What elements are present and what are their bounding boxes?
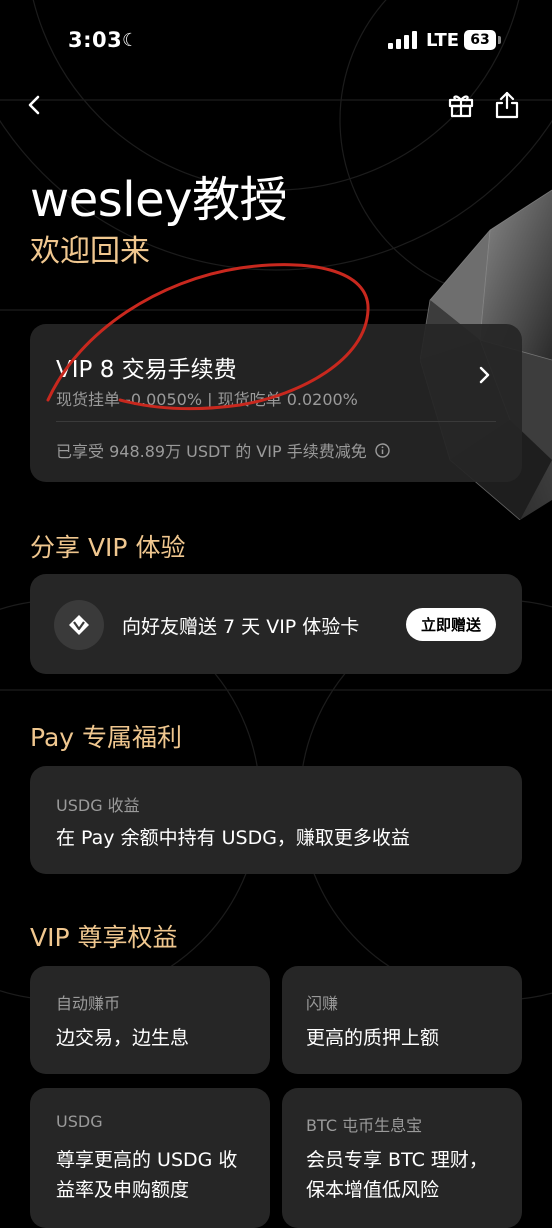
benefit-text: 更高的质押上额 bbox=[306, 1027, 440, 1049]
vip-fee-rates: 现货挂单 -0.0050% | 现货吃单 0.0200% bbox=[56, 390, 358, 409]
benefit-card-btc[interactable]: BTC 屯币生息宝 会员专享 BTC 理财，保本增值低风险 bbox=[282, 1088, 522, 1228]
chevron-right-icon bbox=[479, 366, 490, 384]
vip-fee-title: VIP 8 交易手续费 bbox=[56, 357, 237, 383]
vip-badge-icon bbox=[54, 600, 104, 650]
gift-icon bbox=[448, 95, 474, 118]
vip-benefits-section-title: VIP 尊享权益 bbox=[30, 923, 178, 952]
welcome-text: 欢迎回来 bbox=[30, 234, 150, 269]
gift-now-button[interactable]: 立即赠送 bbox=[406, 608, 496, 641]
share-vip-text: 向好友赠送 7 天 VIP 体验卡 bbox=[122, 616, 360, 638]
fee-waiver-text: 已享受 948.89万 USDT 的 VIP 手续费减免 bbox=[56, 442, 367, 461]
benefit-text: 边交易，边生息 bbox=[56, 1027, 190, 1049]
pay-benefit-label: USDG 收益 bbox=[56, 796, 140, 815]
battery-icon: 63 bbox=[464, 30, 502, 50]
chevron-left-icon bbox=[28, 95, 40, 115]
benefit-label: BTC 屯币生息宝 bbox=[306, 1116, 423, 1135]
network-type: LTE bbox=[426, 30, 460, 51]
share-icon bbox=[495, 91, 519, 119]
back-button[interactable] bbox=[18, 88, 52, 122]
benefit-card-auto-earn[interactable]: 自动赚币 边交易，边生息 bbox=[30, 966, 270, 1074]
benefit-text: 尊享更高的 USDG 收益率及申购额度 bbox=[56, 1149, 238, 1201]
share-vip-card: 向好友赠送 7 天 VIP 体验卡 立即赠送 bbox=[30, 574, 522, 674]
share-vip-section-title: 分享 VIP 体验 bbox=[30, 533, 186, 562]
share-button[interactable] bbox=[490, 88, 524, 122]
benefit-label: 自动赚币 bbox=[56, 994, 121, 1013]
gift-button[interactable] bbox=[444, 88, 478, 122]
benefit-card-usdg[interactable]: USDG 尊享更高的 USDG 收益率及申购额度 bbox=[30, 1088, 270, 1228]
battery-level: 63 bbox=[464, 30, 496, 50]
status-time: 3:03 bbox=[68, 28, 123, 52]
vip-fee-card[interactable]: VIP 8 交易手续费 现货挂单 -0.0050% | 现货吃单 0.0200%… bbox=[30, 324, 522, 482]
pay-benefit-text: 在 Pay 余额中持有 USDG，赚取更多收益 bbox=[56, 827, 410, 849]
info-icon[interactable] bbox=[375, 442, 390, 458]
pay-benefit-card[interactable]: USDG 收益 在 Pay 余额中持有 USDG，赚取更多收益 bbox=[30, 766, 522, 874]
divider bbox=[56, 421, 496, 422]
benefit-label: USDG bbox=[56, 1112, 103, 1131]
benefit-label: 闪赚 bbox=[306, 994, 339, 1013]
user-name: wesley教授 bbox=[30, 172, 288, 228]
pay-section-title: Pay 专属福利 bbox=[30, 723, 183, 752]
benefit-card-flash-earn[interactable]: 闪赚 更高的质押上额 bbox=[282, 966, 522, 1074]
benefit-text: 会员专享 BTC 理财，保本增值低风险 bbox=[306, 1149, 488, 1201]
signal-icon bbox=[388, 31, 417, 49]
moon-icon: ☾ bbox=[122, 30, 139, 51]
fee-waiver-info: 已享受 948.89万 USDT 的 VIP 手续费减免 bbox=[56, 438, 390, 462]
